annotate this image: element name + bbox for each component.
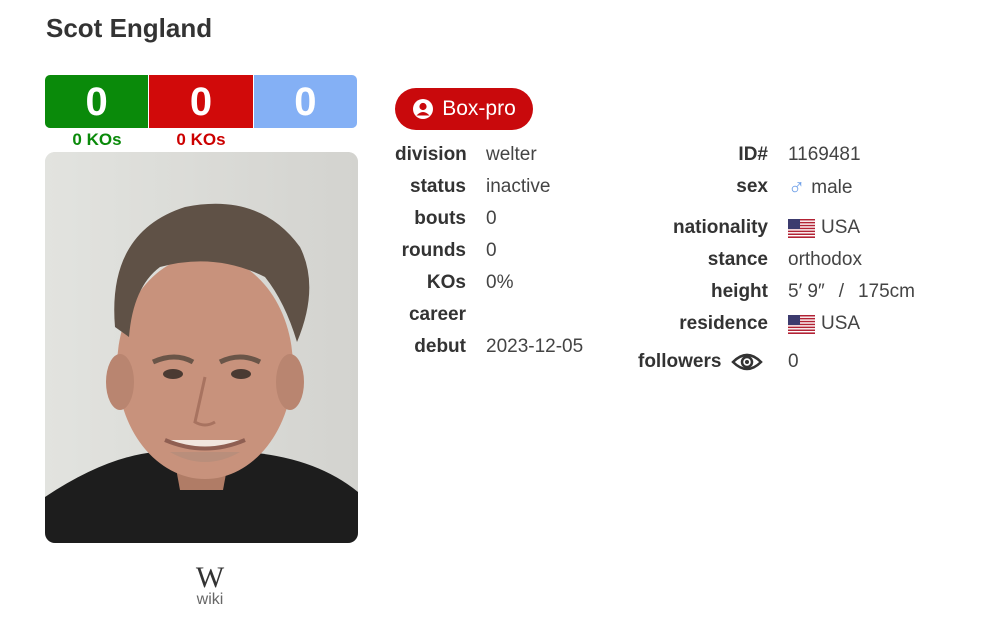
height-separator: / (838, 281, 844, 302)
nationality-value-group: USA (788, 217, 860, 239)
bouts-label: bouts (414, 208, 466, 229)
badge-label: Box-pro (442, 97, 516, 120)
box-pro-badge[interactable]: Box-pro (395, 88, 533, 130)
residence-value-group: USA (788, 313, 860, 335)
status-value: inactive (486, 176, 551, 197)
kos-value: 0% (486, 272, 514, 293)
debut-label: debut (414, 336, 466, 357)
followers-value: 0 (788, 351, 799, 372)
us-flag-icon (788, 218, 815, 238)
us-flag-icon (788, 314, 815, 334)
sex-value: male (811, 176, 853, 198)
division-label: division (395, 144, 467, 165)
boxer-name: Scot England (46, 13, 213, 43)
wins-count: 0 (45, 75, 150, 128)
stance-value: orthodox (788, 249, 862, 270)
rounds-label: rounds (401, 240, 466, 261)
win-kos: 0 KOs (72, 130, 122, 149)
kos-label: KOs (426, 272, 466, 293)
career-label: career (408, 304, 466, 325)
followers-label-group: followers (638, 351, 764, 373)
losses-count: 0 (149, 75, 254, 128)
bouts-value: 0 (486, 208, 497, 229)
male-symbol-icon: ♂ (788, 174, 806, 200)
loss-kos: 0 KOs (176, 130, 226, 149)
status-label: status (410, 176, 466, 197)
wikipedia-icon: W (195, 561, 225, 594)
rounds-value: 0 (486, 240, 497, 261)
residence-value: USA (821, 313, 861, 334)
nationality-value: USA (821, 217, 861, 238)
residence-label: residence (679, 313, 768, 334)
nationality-label: nationality (672, 217, 768, 238)
id-label: ID# (738, 144, 768, 165)
height-label: height (711, 281, 768, 302)
height-value-group: 5′ 9″ / 175cm (788, 281, 915, 303)
wiki-label: wiki (196, 591, 224, 608)
eye-icon[interactable] (731, 351, 764, 373)
sex-value-group: ♂ male (788, 174, 852, 201)
id-value: 1169481 (788, 144, 861, 165)
draws-count: 0 (253, 75, 357, 128)
height-metric: 175cm (857, 281, 916, 302)
boxer-photo (45, 152, 358, 543)
debut-value: 2023-12-05 (486, 336, 584, 357)
division-value: welter (486, 144, 537, 165)
user-circle-icon (412, 98, 434, 120)
sex-label: sex (736, 176, 768, 197)
wiki-link[interactable]: W wiki (185, 563, 235, 609)
stance-label: stance (707, 249, 768, 270)
height-imperial: 5′ 9″ (788, 281, 825, 302)
record-bar: 0 0 0 (45, 75, 357, 128)
followers-label: followers (638, 351, 722, 372)
